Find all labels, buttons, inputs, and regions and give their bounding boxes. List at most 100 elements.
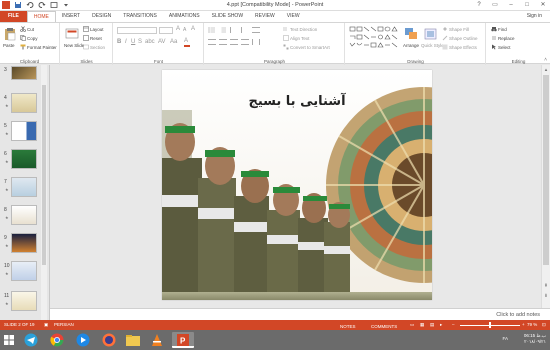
font-color-button[interactable]: A [184,38,188,44]
shape-outline-button[interactable]: Shape Outline [442,35,478,41]
help-button[interactable]: ? [474,0,484,10]
paste-button[interactable]: Paste [3,43,15,48]
current-slide[interactable]: آشنایی با بسیج [162,70,432,300]
spellcheck-icon[interactable]: ▣ [44,322,48,328]
thumbnail-row[interactable]: 11 ★ [2,291,46,319]
minimize-button[interactable]: – [506,0,516,10]
chrome-icon[interactable] [48,332,66,348]
reset-button[interactable]: Reset [83,35,102,41]
find-button[interactable]: Find [491,26,507,32]
collapse-ribbon-icon[interactable]: ˄ [544,57,547,63]
italic-button[interactable]: I [125,39,127,45]
format-painter-button[interactable]: Format Painter [20,44,57,50]
arrange-button[interactable]: Arrange [403,43,419,48]
justify-button[interactable] [241,39,249,45]
arrange-icon[interactable] [404,27,418,41]
reading-view-icon[interactable]: ▤ [430,322,434,328]
slide-title[interactable]: آشنایی با بسیج [222,94,372,109]
new-slide-button[interactable]: New Slide [64,43,84,48]
thumbnail-row[interactable]: 6 ★ [2,149,46,177]
zoom-out-icon[interactable]: – [452,322,455,327]
tab-home[interactable]: HOME [26,11,56,22]
align-text-button[interactable]: Align Text [283,35,309,41]
slide-sorter-icon[interactable]: ▦ [420,322,424,328]
convert-smartart-button[interactable]: Convert to SmartArt [283,44,330,50]
slide-thumbnail[interactable] [11,291,37,311]
new-slide-icon[interactable] [65,27,79,41]
maximize-button[interactable]: □ [522,0,532,10]
previous-slide-icon[interactable]: ⇞ [543,283,549,289]
layout-button[interactable]: Layout [83,26,104,32]
clear-formatting-icon[interactable]: A [191,26,195,32]
slide-scrollbar[interactable]: ▴ ⇞ ⇟ [541,65,550,308]
media-player-icon[interactable] [74,332,92,348]
sign-in-link[interactable]: Sign in [527,13,542,19]
thumbnails-scrollbar[interactable] [41,65,47,320]
next-slide-icon[interactable]: ⇟ [543,293,549,299]
tab-view[interactable]: VIEW [281,11,306,22]
slide-thumbnail[interactable] [11,66,37,80]
start-button[interactable] [2,332,16,348]
slide-scrollbar-thumb[interactable] [543,75,549,265]
file-explorer-icon[interactable] [124,332,142,348]
shape-effects-button[interactable]: Shape Effects [442,44,477,50]
close-button[interactable]: ✕ [538,0,548,10]
firefox-icon[interactable] [100,332,118,348]
thumbnail-row[interactable]: 7 ★ [2,177,46,205]
notes-pane[interactable]: Click to add notes [50,308,550,320]
powerpoint-taskbar-icon[interactable]: P [172,332,194,348]
slide-thumbnail[interactable] [11,149,37,169]
font-name-box[interactable] [117,27,157,34]
shadow-button[interactable]: abc [145,39,155,45]
section-button[interactable]: Section [83,44,105,50]
thumbnail-row[interactable]: 9 ★ [2,233,46,261]
bullets-button[interactable] [208,27,216,33]
bold-button[interactable]: B [117,39,121,45]
font-size-box[interactable] [159,27,173,34]
slide-thumbnail[interactable] [11,261,37,281]
shape-fill-button[interactable]: Shape Fill [442,26,469,32]
numbering-button[interactable] [219,27,227,33]
select-button[interactable]: Select [491,44,511,50]
paste-icon[interactable] [3,27,17,41]
thumbnail-row[interactable]: 5 ★ [2,121,46,149]
center-button[interactable] [219,39,227,45]
tab-insert[interactable]: INSERT [56,11,86,22]
tab-slide-show[interactable]: SLIDE SHOW [206,11,249,22]
zoom-in-icon[interactable]: + [522,322,525,327]
slide-show-icon[interactable]: ▸ [440,322,442,328]
increase-indent-button[interactable] [241,27,249,33]
slide-thumbnail[interactable] [11,121,37,141]
line-spacing-button[interactable] [252,27,260,33]
tab-transitions[interactable]: TRANSITIONS [117,11,163,22]
slide-thumbnail[interactable] [11,177,37,197]
quick-styles-icon[interactable] [424,27,438,41]
vlc-player-icon[interactable] [148,332,166,348]
shapes-gallery[interactable] [349,26,401,54]
thumbnail-row[interactable]: 3 [2,65,46,93]
decrease-indent-button[interactable] [230,27,238,33]
language-indicator[interactable]: PERSIAN [54,322,74,327]
align-right-button[interactable] [230,39,238,45]
shrink-font-icon[interactable]: A [183,27,186,33]
slide-thumbnail[interactable] [11,205,37,225]
align-left-button[interactable] [208,39,216,45]
underline-button[interactable]: U [131,39,135,45]
slide-thumbnail[interactable] [11,93,37,113]
slide-thumbnail[interactable] [11,233,37,253]
thumbnail-row[interactable]: 4 ★ [2,93,46,121]
text-direction-button[interactable]: Text Direction [283,26,317,32]
tab-animations[interactable]: ANIMATIONS [163,11,206,22]
zoom-slider-thumb[interactable] [489,322,491,328]
copy-button[interactable]: Copy [20,35,38,41]
zoom-level[interactable]: 79 % [527,322,537,327]
language-indicator-tray[interactable]: FA [502,336,508,342]
replace-button[interactable]: Replace [491,35,515,41]
fit-slide-icon[interactable]: ⊡ [542,322,546,328]
strikethrough-button[interactable]: S [138,39,142,45]
clock-date[interactable]: ۲۰۱۸/۰۹/۲۱ [524,339,546,345]
cut-button[interactable]: Cut [20,26,34,32]
thumbnail-row[interactable]: 8 ★ [2,205,46,233]
ribbon-display-options-icon[interactable]: ▭ [490,0,500,10]
normal-view-icon[interactable]: ▭ [410,322,414,328]
